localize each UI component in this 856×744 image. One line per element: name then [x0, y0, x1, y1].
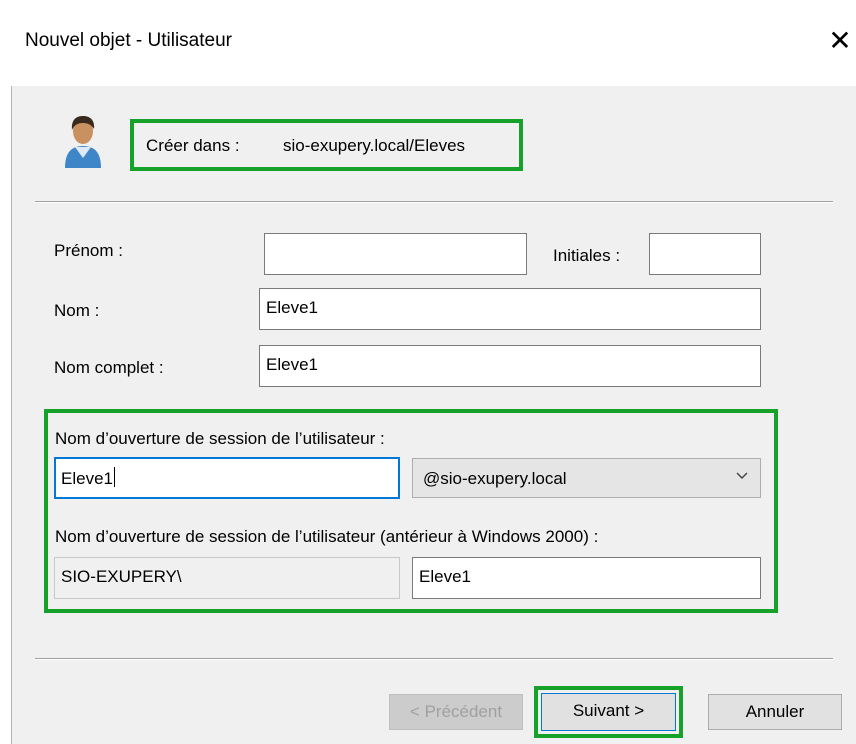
create-in-label: Créer dans : [146, 136, 240, 155]
chevron-down-icon [736, 472, 748, 479]
back-button[interactable]: < Précédent [389, 694, 523, 730]
logon-field[interactable]: Eleve1 [54, 457, 400, 499]
domain-selected: @sio-exupery.local [423, 469, 567, 488]
text-caret [113, 467, 115, 487]
initials-field[interactable] [649, 233, 761, 275]
cancel-button[interactable]: Annuler [708, 694, 842, 730]
separator-top [35, 201, 833, 203]
logon-value: Eleve1 [61, 469, 113, 488]
logon-label: Nom d’ouverture de session de l’utilisat… [55, 429, 385, 448]
full-name-field[interactable]: Eleve1 [259, 345, 761, 387]
close-icon[interactable]: ✕ [824, 22, 856, 60]
user-icon [65, 116, 101, 168]
legacy-domain-field: SIO-EXUPERY\ [54, 557, 400, 599]
initials-label: Initiales : [553, 246, 621, 265]
window-title: Nouvel objet - Utilisateur [25, 30, 232, 51]
legacy-logon-field[interactable]: Eleve1 [412, 557, 761, 599]
domain-select[interactable]: @sio-exupery.local [412, 458, 761, 498]
next-button[interactable]: Suivant > [541, 693, 676, 731]
separator-bottom [35, 658, 833, 660]
first-name-field[interactable] [264, 233, 527, 275]
full-name-label: Nom complet : [54, 358, 164, 377]
first-name-label: Prénom : [54, 241, 123, 260]
last-name-label: Nom : [54, 301, 100, 320]
legacy-logon-label: Nom d’ouverture de session de l’utilisat… [55, 527, 599, 546]
title-bar: Nouvel objet - Utilisateur ✕ [0, 0, 856, 86]
dialog-body: Créer dans : sio-exupery.local/Eleves Pr… [11, 86, 856, 744]
last-name-field[interactable]: Eleve1 [259, 288, 761, 330]
create-in-value: sio-exupery.local/Eleves [283, 136, 466, 155]
